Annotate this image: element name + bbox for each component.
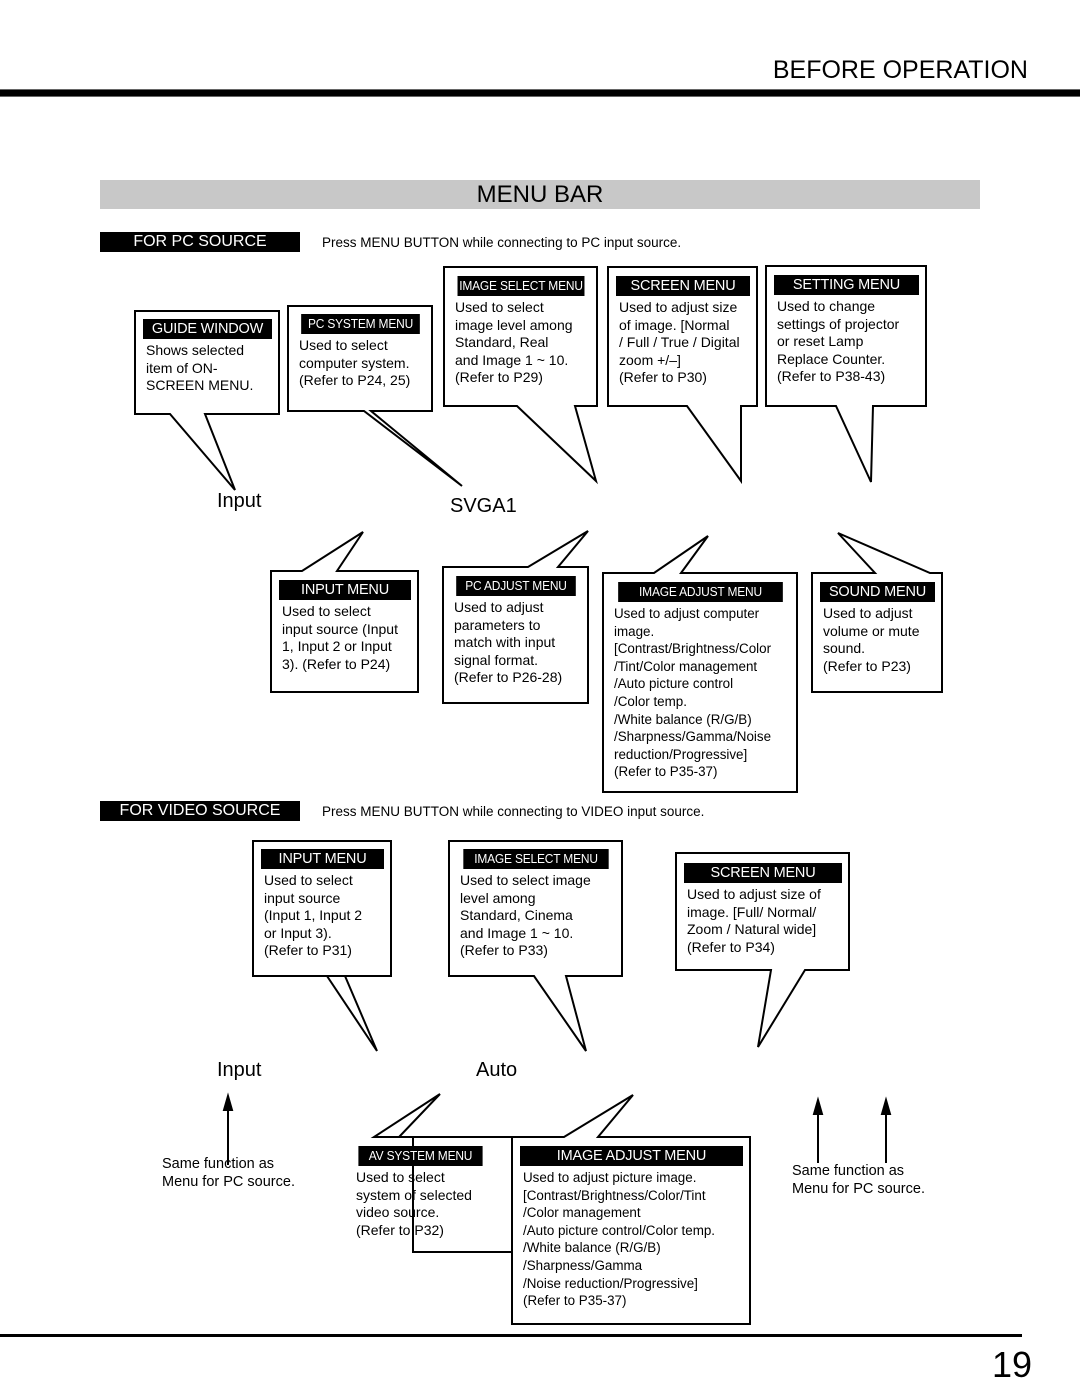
callout-image-select-menu: IMAGE SELECT MENU Used to select image l…	[446, 270, 596, 393]
callout-video-input-menu: INPUT MENU Used to select input source (…	[255, 843, 390, 966]
callout-title: AV SYSTEM MENU	[358, 1146, 483, 1166]
callout-title: INPUT MENU	[261, 849, 384, 869]
callout-body: Used to select input source (Input 1, In…	[264, 872, 363, 958]
callout-title: PC ADJUST MENU	[456, 576, 576, 596]
menubar-item-auto: Auto	[476, 1059, 518, 1081]
callout-title: SOUND MENU	[820, 582, 935, 602]
callout-body: Shows selected item of ON- SCREEN MENU.	[146, 342, 254, 393]
callout-title: IMAGE ADJUST MENU	[618, 582, 783, 602]
callout-body: Used to select system of selected video …	[356, 1169, 472, 1238]
pc-source-label: FOR PC SOURCE	[100, 232, 300, 252]
callout-body: Used to select computer system. (Refer t…	[299, 337, 411, 388]
callout-body: Used to select input source (Input 1, In…	[282, 603, 398, 672]
callout-video-image-select-menu: IMAGE SELECT MENU Used to select image l…	[451, 843, 621, 966]
callout-video-image-adjust-menu: IMAGE ADJUST MENU Used to adjust picture…	[514, 1140, 749, 1316]
callout-body: Used to change settings of projector or …	[777, 298, 900, 384]
callout-body: Used to adjust parameters to match with …	[454, 599, 563, 685]
menubar-item-input-video: Input	[217, 1059, 262, 1081]
callout-body: Used to adjust volume or mute sound. (Re…	[823, 605, 920, 674]
callout-av-system-menu: AV SYSTEM MENU Used to select system of …	[347, 1140, 494, 1245]
note-same-function-left: Same function as Menu for PC source.	[162, 1156, 295, 1190]
callout-title: SCREEN MENU	[616, 276, 750, 296]
callout-body: Used to adjust picture image. [Contrast/…	[523, 1170, 716, 1309]
callout-title: PC SYSTEM MENU	[301, 314, 420, 334]
callout-title: SCREEN MENU	[684, 863, 842, 883]
callout-pc-adjust-menu: PC ADJUST MENU Used to adjust parameters…	[445, 570, 587, 693]
arrow-left-head	[222, 1092, 234, 1111]
menubar-item-input: Input	[217, 490, 262, 512]
callout-title: IMAGE SELECT MENU	[463, 849, 609, 869]
callout-input-menu: INPUT MENU Used to select input source (…	[273, 574, 417, 679]
callout-guide-window: GUIDE WINDOW Shows selected item of ON- …	[137, 313, 278, 401]
callout-body: Used to select image level among Standar…	[460, 872, 591, 958]
callout-body: Used to adjust size of image. [Normal / …	[619, 299, 740, 385]
callout-title: INPUT MENU	[279, 580, 411, 600]
video-source-label: FOR VIDEO SOURCE	[100, 801, 300, 821]
callout-sound-menu: SOUND MENU Used to adjust volume or mute…	[814, 576, 941, 681]
callout-body: Used to adjust computer image. [Contrast…	[614, 606, 772, 780]
callout-pc-system-menu: PC SYSTEM MENU Used to select computer s…	[290, 308, 431, 396]
note-same-function-right: Same function as Menu for PC source.	[792, 1163, 925, 1197]
callout-screen-menu: SCREEN MENU Used to adjust size of image…	[610, 270, 756, 393]
callout-body: Used to adjust size of image. [Full/ Nor…	[687, 886, 821, 955]
callout-title: IMAGE ADJUST MENU	[520, 1146, 743, 1166]
callout-title: SETTING MENU	[774, 275, 919, 295]
arrow-right1-head	[812, 1096, 824, 1115]
arrow-right2-head	[880, 1096, 892, 1115]
page-number: 19	[991, 1344, 1032, 1385]
callout-title: IMAGE SELECT MENU	[457, 276, 585, 296]
video-source-instruction: Press MENU BUTTON while connecting to VI…	[322, 804, 705, 819]
callout-title: GUIDE WINDOW	[143, 319, 272, 339]
callout-setting-menu: SETTING MENU Used to change settings of …	[768, 269, 925, 392]
callout-video-screen-menu: SCREEN MENU Used to adjust size of image…	[678, 857, 848, 962]
menubar-item-svga1: SVGA1	[450, 495, 517, 517]
callout-body: Used to select image level among Standar…	[455, 299, 573, 385]
footer-rule	[0, 1334, 1022, 1337]
callout-image-adjust-menu: IMAGE ADJUST MENU Used to adjust compute…	[605, 576, 796, 787]
pc-source-instruction: Press MENU BUTTON while connecting to PC…	[322, 235, 682, 250]
